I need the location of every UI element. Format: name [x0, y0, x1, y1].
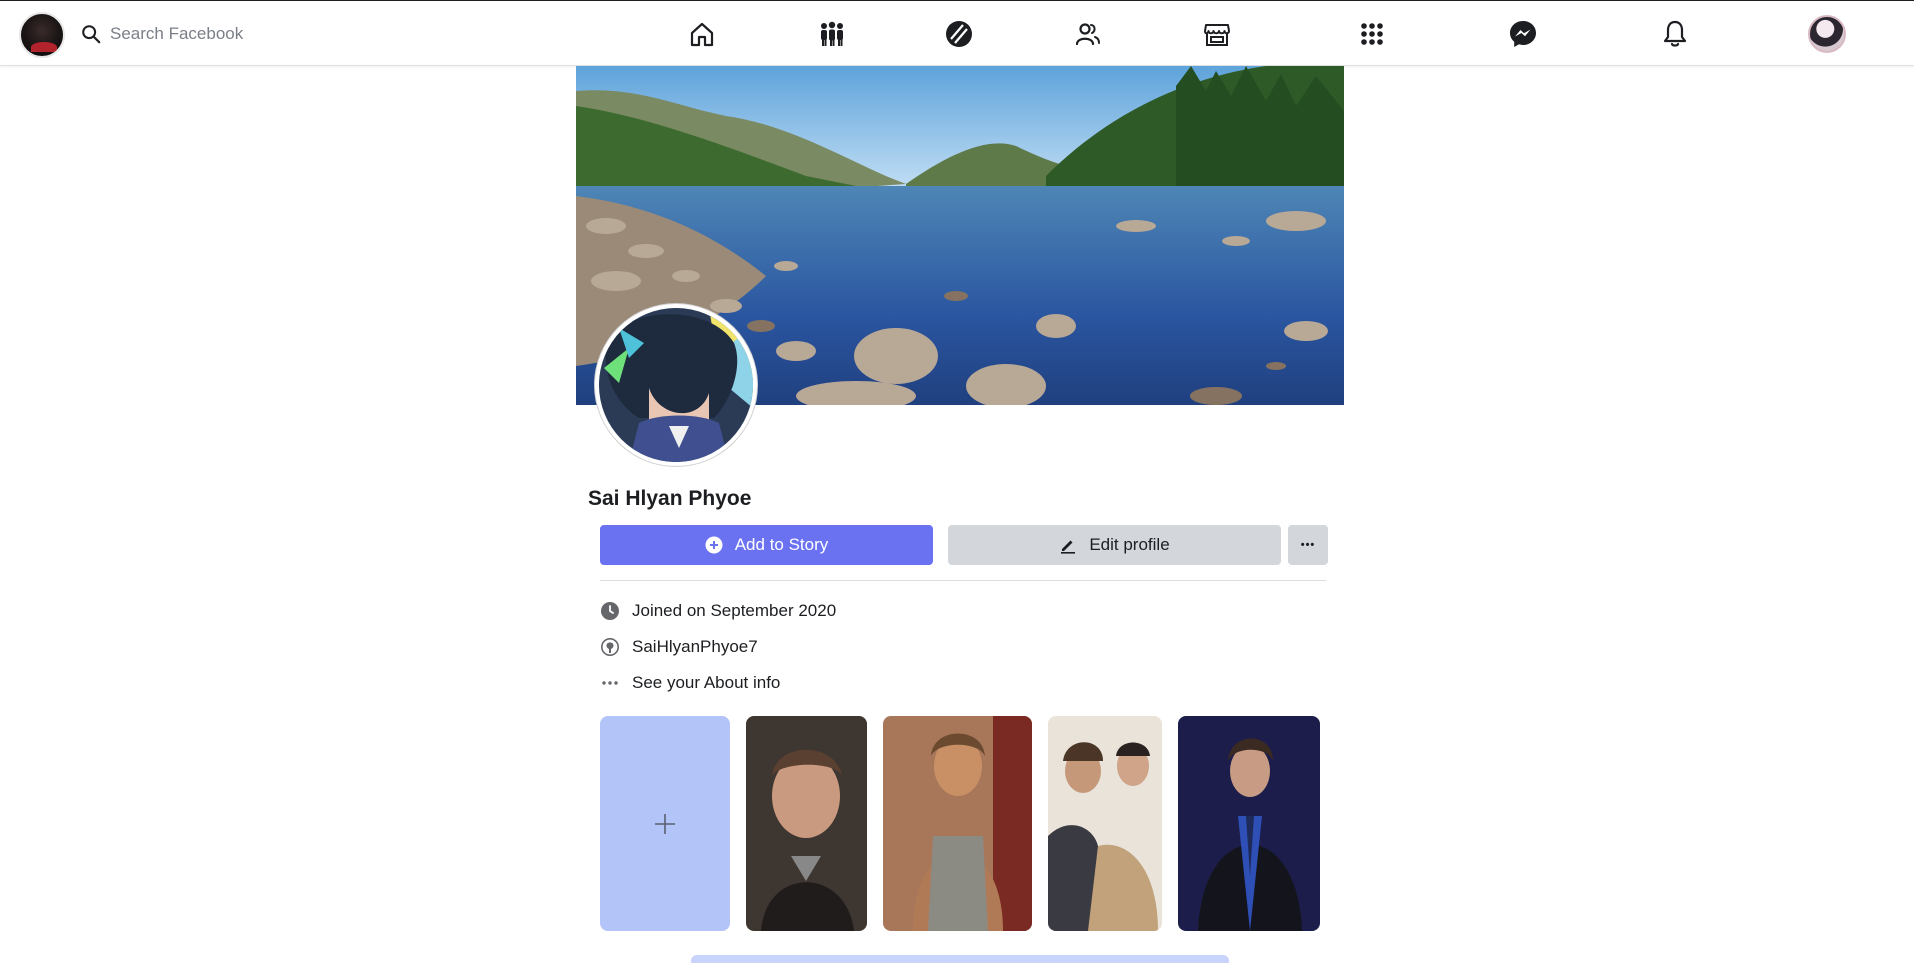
joined-info: Joined on September 2020 [600, 599, 836, 623]
nav-messenger-button[interactable] [1506, 17, 1540, 51]
create-story-card[interactable] [600, 716, 730, 931]
menu-grid-icon [1361, 23, 1383, 45]
edit-profile-button[interactable]: Edit profile [948, 525, 1281, 565]
watch-icon [946, 21, 972, 47]
section-divider [600, 580, 1326, 581]
search-box[interactable] [80, 19, 340, 49]
story-photo [1048, 716, 1162, 931]
story-card[interactable] [883, 716, 1032, 931]
home-icon [690, 22, 714, 47]
story-photo [883, 716, 1032, 931]
facebook-logo-avatar[interactable] [19, 12, 65, 58]
nav-notifications-button[interactable] [1658, 17, 1692, 51]
messenger-icon [1510, 21, 1536, 47]
story-card[interactable] [1178, 716, 1320, 931]
marketplace-icon [1204, 24, 1230, 46]
profile-avatar-image [599, 308, 753, 462]
nav-groups-button[interactable] [815, 17, 849, 51]
notifications-icon [1663, 20, 1687, 47]
nav-menu-button[interactable] [1355, 17, 1389, 51]
scroll-section-bar [691, 955, 1229, 963]
more-options-label: ••• [1300, 539, 1316, 551]
about-link[interactable]: See your About info [632, 673, 780, 693]
add-to-story-label: Add to Story [734, 535, 829, 554]
plus-circle-icon [705, 536, 723, 554]
story-card[interactable] [746, 716, 867, 931]
nav-home-button[interactable] [685, 17, 719, 51]
profile-name: Sai Hlyan Phyoe [588, 487, 752, 510]
about-info[interactable]: See your About info [600, 671, 780, 695]
more-options-button[interactable]: ••• [1288, 525, 1328, 565]
pencil-icon [1061, 540, 1076, 554]
github-username[interactable]: SaiHlyanPhyoe7 [632, 637, 758, 657]
nav-watch-button[interactable] [942, 17, 976, 51]
profile-picture[interactable] [595, 304, 757, 466]
nav-friends-button[interactable] [1071, 17, 1105, 51]
ellipsis-icon [602, 681, 618, 685]
story-photo [746, 716, 867, 931]
add-to-story-button[interactable]: Add to Story [600, 525, 933, 565]
story-photo [1178, 716, 1320, 931]
story-card[interactable] [1048, 716, 1162, 931]
account-avatar[interactable] [1808, 15, 1846, 53]
friends-icon [1075, 23, 1100, 46]
search-input[interactable] [110, 24, 330, 44]
github-info[interactable]: SaiHlyanPhyoe7 [600, 635, 758, 659]
edit-profile-label: Edit profile [1089, 535, 1170, 554]
nav-marketplace-button[interactable] [1200, 17, 1234, 51]
top-navigation-bar [0, 0, 1914, 66]
plus-icon [655, 813, 675, 834]
clock-icon [601, 602, 619, 620]
joined-text: Joined on September 2020 [632, 601, 837, 620]
search-icon [82, 25, 101, 44]
github-icon [601, 638, 619, 656]
groups-icon [821, 21, 843, 46]
